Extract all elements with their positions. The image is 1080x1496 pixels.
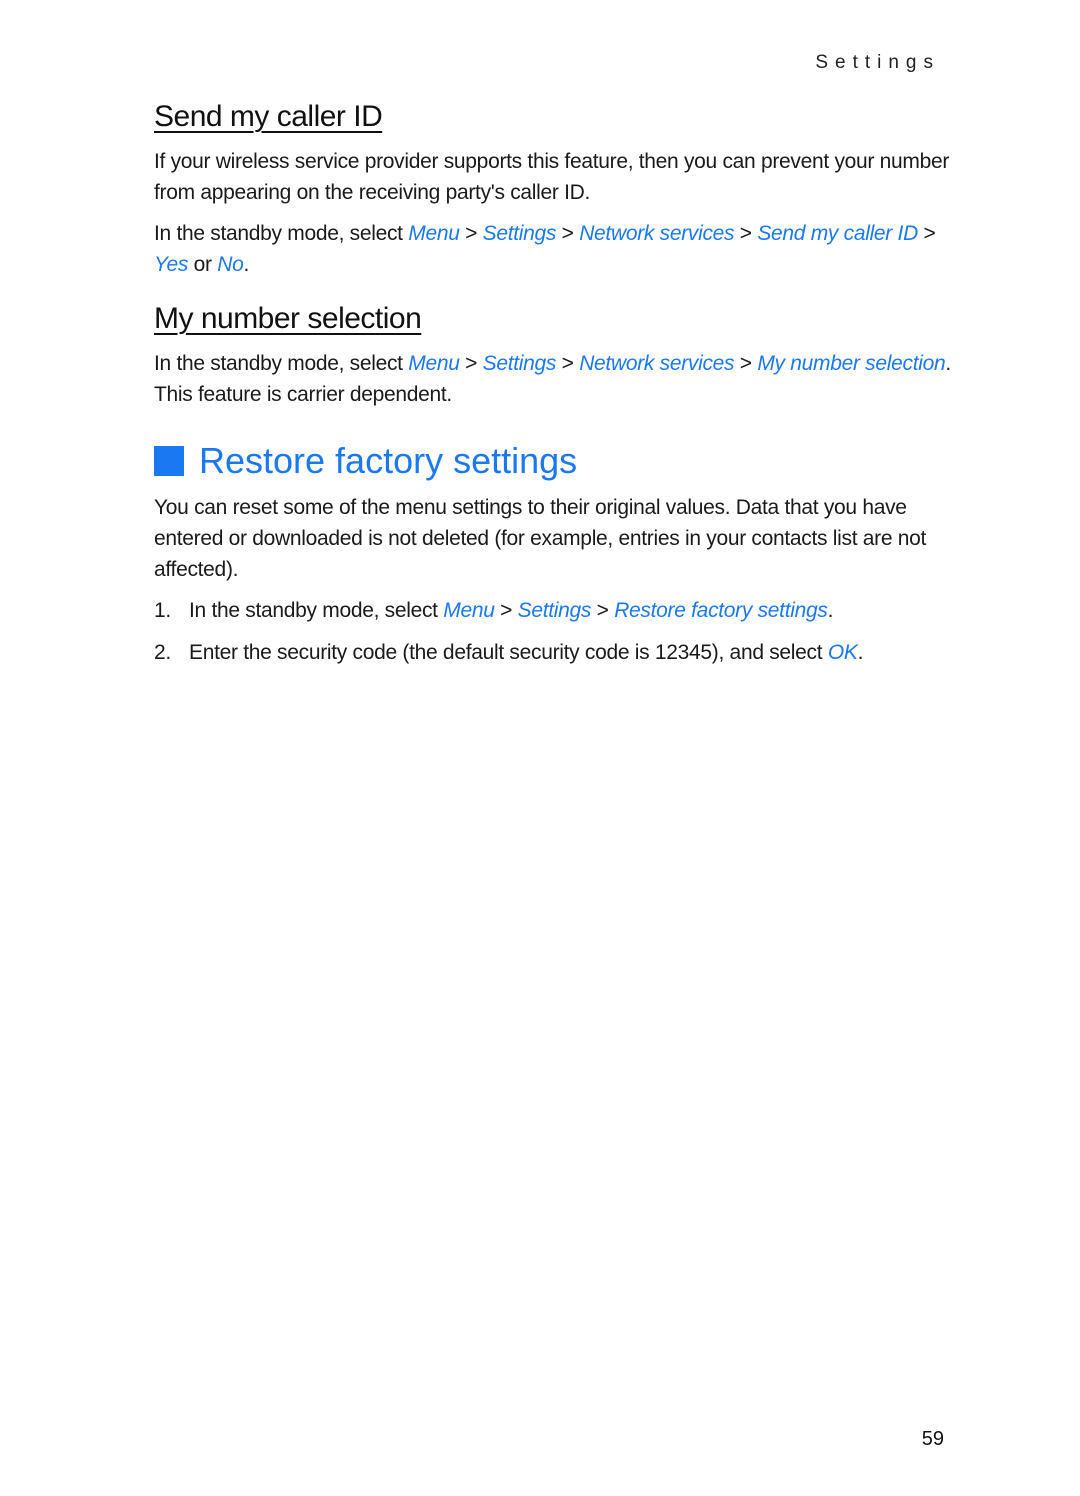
text: In the standby mode, select [189,599,444,622]
link-settings[interactable]: Settings [518,599,592,622]
security-code: 12345 [654,641,712,664]
link-restore-factory-settings[interactable]: Restore factory settings [614,599,828,622]
separator: > [556,352,580,375]
page-content: Send my caller ID If your wireless servi… [154,100,954,679]
section-send-caller-id: Send my caller ID If your wireless servi… [154,100,954,280]
separator: > [459,352,483,375]
separator: > [917,222,936,245]
separator: > [556,222,580,245]
link-settings[interactable]: Settings [483,352,557,375]
link-network-services[interactable]: Network services [579,352,734,375]
menu-path-paragraph: In the standby mode, select Menu > Setti… [154,218,954,280]
page-number: 59 [921,1428,944,1450]
heading-text: Restore factory settings [199,440,578,481]
link-menu[interactable]: Menu [408,352,460,375]
steps-list: 1. In the standby mode, select Menu > Set… [154,595,954,668]
separator: > [734,352,758,375]
link-menu[interactable]: Menu [408,222,460,245]
text: or [188,253,218,276]
link-ok[interactable]: OK [828,641,858,664]
main-heading: Restore factory settings [154,440,954,482]
text: Enter the security code (the default sec… [189,641,655,664]
text: . [857,641,864,664]
separator: > [734,222,758,245]
running-head: Settings [815,52,940,73]
text: In the standby mode, select [154,222,409,245]
separator: > [494,599,518,622]
separator: > [591,599,615,622]
step-number: 1. [154,599,171,622]
list-item: 1. In the standby mode, select Menu > Set… [154,595,954,626]
text: . [827,599,834,622]
step-number: 2. [154,641,171,664]
paragraph: You can reset some of the menu settings … [154,496,927,581]
link-settings[interactable]: Settings [483,222,557,245]
link-send-my-caller-id[interactable]: Send my caller ID [757,222,918,245]
step-text: Enter the security code (the default sec… [189,637,863,668]
section-my-number-selection: My number selection In the standby mode,… [154,302,954,410]
list-item: 2. Enter the security code (the default s… [154,637,954,668]
section-title: My number selection [154,302,422,335]
section-restore-factory-settings: Restore factory settings You can reset s… [154,440,954,668]
text: ), and select [711,641,828,664]
section-title: Send my caller ID [154,100,383,133]
menu-path-paragraph: In the standby mode, select Menu > Setti… [154,348,954,410]
link-my-number-selection[interactable]: My number selection [757,352,945,375]
link-menu[interactable]: Menu [443,599,495,622]
text: . [243,253,250,276]
separator: > [459,222,483,245]
square-bullet-icon [154,446,184,476]
link-no[interactable]: No [217,253,244,276]
link-network-services[interactable]: Network services [579,222,734,245]
link-yes[interactable]: Yes [154,253,188,276]
text: In the standby mode, select [154,352,409,375]
paragraph: If your wireless service provider suppor… [154,150,950,204]
step-text: In the standby mode, select Menu > Setti… [189,595,833,626]
